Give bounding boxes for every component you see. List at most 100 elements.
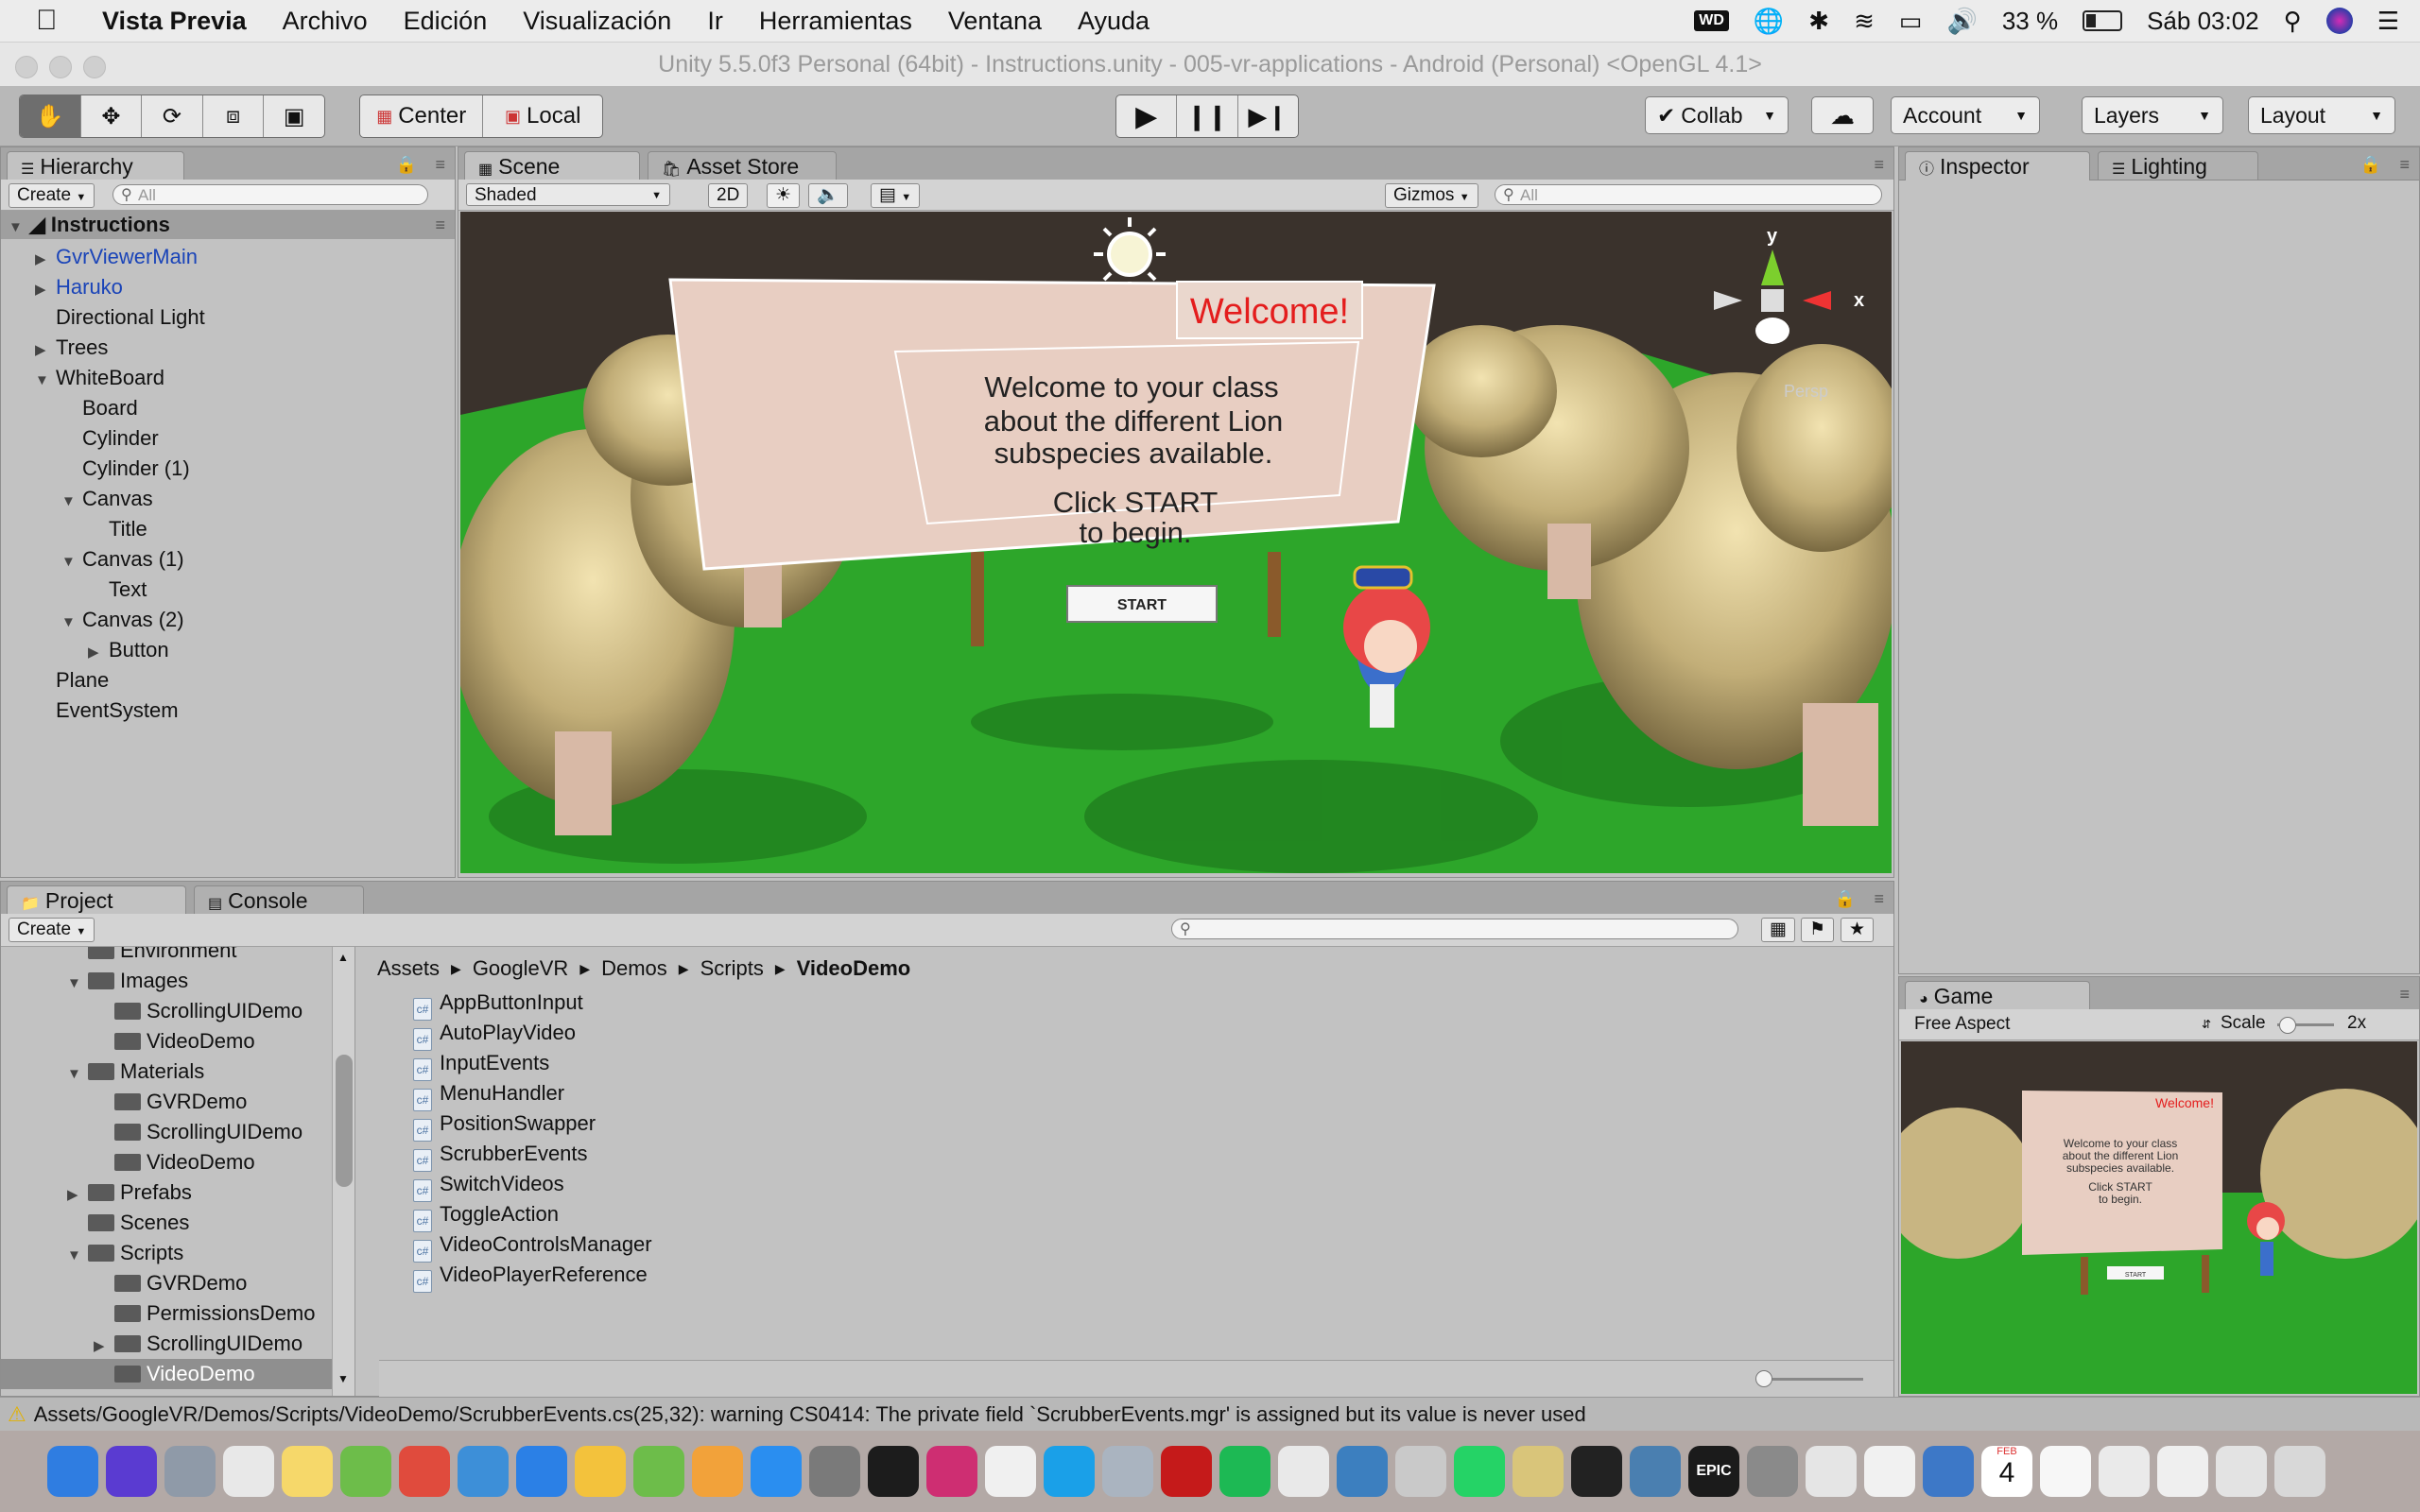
script-file-item[interactable]: c# ScrubberEvents <box>413 1139 588 1172</box>
acrobat-icon[interactable] <box>1161 1446 1212 1497</box>
scene-root-row[interactable]: ▼ ◢ Instructions ≡ <box>1 211 455 239</box>
android-studio-icon[interactable] <box>340 1446 391 1497</box>
icon-size-slider-track[interactable] <box>1759 1378 1863 1381</box>
project-folder-item[interactable]: ▶ Prefabs <box>67 1177 192 1208</box>
panel-menu-icon[interactable]: ≡ <box>2399 155 2410 175</box>
hierarchy-item[interactable]: ▶ Button <box>88 635 169 665</box>
disc-icon[interactable] <box>1806 1446 1857 1497</box>
collab-dropdown[interactable]: ✔ Collab ▼ <box>1645 96 1789 134</box>
collapsed-arrow-icon[interactable]: ▶ <box>35 275 56 305</box>
shading-mode-dropdown[interactable]: Shaded ▼ <box>466 183 670 206</box>
breadcrumb-assets[interactable]: Assets <box>377 954 440 984</box>
pivot-center-button[interactable]: ▦ Center <box>360 95 484 137</box>
hierarchy-item[interactable]: Directional Light <box>35 302 205 333</box>
itunes-icon[interactable] <box>985 1446 1036 1497</box>
menu-visualizacion[interactable]: Visualización <box>523 7 671 36</box>
panel-menu-icon[interactable]: ≡ <box>435 155 445 175</box>
network-icon[interactable] <box>1923 1446 1974 1497</box>
notification-center-icon[interactable]: ☰ <box>2377 7 2399 36</box>
hierarchy-item[interactable]: ▶ GvrViewerMain <box>35 242 198 272</box>
spotlight-search-icon[interactable]: ⚲ <box>2284 7 2302 36</box>
menu-app-name[interactable]: Vista Previa <box>102 7 247 36</box>
rect-tool-icon[interactable]: ▣ <box>264 95 324 137</box>
collapsed-arrow-icon[interactable]: ▶ <box>35 245 56 275</box>
hierarchy-item[interactable]: Plane <box>35 665 109 696</box>
project-folder-item[interactable]: VideoDemo <box>114 1147 255 1177</box>
project-folder-item[interactable]: ▶ ScrollingUIDemo <box>94 1329 302 1359</box>
script-file-item[interactable]: c# MenuHandler <box>413 1078 564 1111</box>
project-folder-item[interactable]: ScrollingUIDemo <box>114 1117 302 1147</box>
clock[interactable]: Sáb 03:02 <box>2147 7 2259 36</box>
android-studio-icon-2[interactable] <box>633 1446 684 1497</box>
scroll-up-arrow-icon[interactable]: ▲ <box>337 951 349 964</box>
xcode-icon[interactable] <box>458 1446 509 1497</box>
step-button[interactable]: ▶❙ <box>1238 95 1298 137</box>
menu-herramientas[interactable]: Herramientas <box>759 7 912 36</box>
intellij-icon[interactable] <box>926 1446 977 1497</box>
project-folder-item[interactable]: ▼ Images <box>67 966 188 996</box>
hierarchy-item[interactable]: EventSystem <box>35 696 179 726</box>
expanded-arrow-icon[interactable]: ▼ <box>61 487 82 517</box>
unity-icon[interactable] <box>1571 1446 1622 1497</box>
lock-icon[interactable]: 🔒 <box>1835 889 1856 909</box>
tab-project[interactable]: 📁 Project <box>7 885 186 915</box>
panel-menu-icon[interactable]: ≡ <box>2399 985 2410 1005</box>
filter-by-type-icon[interactable]: ▦ <box>1761 918 1795 942</box>
project-folder-item[interactable]: Environment <box>88 947 237 966</box>
scene-menu-icon[interactable]: ≡ <box>435 211 445 239</box>
document-icon-2[interactable] <box>2216 1446 2267 1497</box>
tab-game[interactable]: ◕ Game <box>1905 981 2090 1010</box>
project-folder-item[interactable]: GVRDemo <box>114 1087 247 1117</box>
hierarchy-item[interactable]: ▼ Canvas <box>61 484 153 514</box>
expanded-arrow-icon[interactable]: ▼ <box>67 969 88 999</box>
favorite-star-icon[interactable]: ★ <box>1841 918 1875 942</box>
breadcrumb-googlevr[interactable]: GoogleVR <box>473 954 569 984</box>
ibooks-icon[interactable] <box>692 1446 743 1497</box>
hierarchy-item[interactable]: ▶ Haruko <box>35 272 123 302</box>
cloud-services-button[interactable]: ☁ <box>1811 96 1874 134</box>
calendar-icon[interactable]: FEB 4 <box>1981 1446 2032 1497</box>
script-file-item[interactable]: c# VideoPlayerReference <box>413 1260 648 1293</box>
scene-effects-dropdown[interactable]: ▤ ▼ <box>871 183 921 208</box>
game-viewport[interactable]: Welcome! Welcome to your class about the… <box>1901 1041 2417 1394</box>
panel-menu-icon[interactable]: ≡ <box>1874 889 1884 909</box>
collapsed-arrow-icon[interactable]: ▶ <box>35 335 56 366</box>
expanded-arrow-icon[interactable]: ▼ <box>35 366 56 396</box>
filter-by-label-icon[interactable]: ⚑ <box>1801 918 1835 942</box>
account-dropdown[interactable]: Account ▼ <box>1891 96 2040 134</box>
siri-icon[interactable] <box>2325 8 2353 34</box>
finder-icon[interactable] <box>47 1446 98 1497</box>
script-file-item[interactable]: c# AppButtonInput <box>413 988 583 1021</box>
file-merge-icon[interactable] <box>1512 1446 1564 1497</box>
script-file-item[interactable]: c# VideoControlsManager <box>413 1229 652 1263</box>
hierarchy-item[interactable]: Cylinder <box>61 423 159 454</box>
layout-dropdown[interactable]: Layout ▼ <box>2248 96 2395 134</box>
expanded-arrow-icon[interactable]: ▼ <box>61 547 82 577</box>
hierarchy-item[interactable]: Board <box>61 393 138 423</box>
rotate-tool-icon[interactable]: ⟳ <box>142 95 203 137</box>
battery-icon[interactable] <box>2083 10 2123 31</box>
tab-console[interactable]: ▤ Console <box>194 885 364 914</box>
expanded-arrow-icon[interactable]: ▼ <box>9 214 29 242</box>
hierarchy-item[interactable]: ▶ Trees <box>35 333 108 363</box>
pivot-local-button[interactable]: ▣ Local <box>483 95 602 137</box>
scale-slider-thumb[interactable] <box>2279 1017 2296 1034</box>
breadcrumb-videodemo[interactable]: VideoDemo <box>797 954 911 984</box>
tab-hierarchy[interactable]: ☰ Hierarchy <box>7 151 184 180</box>
preview-doc-icon[interactable] <box>2099 1446 2150 1497</box>
script-file-item[interactable]: c# SwitchVideos <box>413 1169 564 1202</box>
hierarchy-item[interactable]: Title <box>88 514 147 544</box>
hierarchy-item[interactable]: ▼ Canvas (2) <box>61 605 184 635</box>
scene-viewport[interactable]: Welcome! Welcome to your class about the… <box>460 212 1892 873</box>
expanded-arrow-icon[interactable]: ▼ <box>67 1241 88 1271</box>
panel-menu-icon[interactable]: ≡ <box>1874 155 1884 175</box>
safari-icon[interactable] <box>516 1446 567 1497</box>
hierarchy-item[interactable]: ▼ Canvas (1) <box>61 544 184 575</box>
script-editor-icon[interactable] <box>1395 1446 1446 1497</box>
launchpad-icon[interactable] <box>164 1446 216 1497</box>
menu-ayuda[interactable]: Ayuda <box>1078 7 1150 36</box>
terminal-icon[interactable] <box>868 1446 919 1497</box>
menu-ventana[interactable]: Ventana <box>948 7 1042 36</box>
expanded-arrow-icon[interactable]: ▼ <box>67 1059 88 1090</box>
project-folder-item[interactable]: GVRDemo <box>114 1268 247 1298</box>
